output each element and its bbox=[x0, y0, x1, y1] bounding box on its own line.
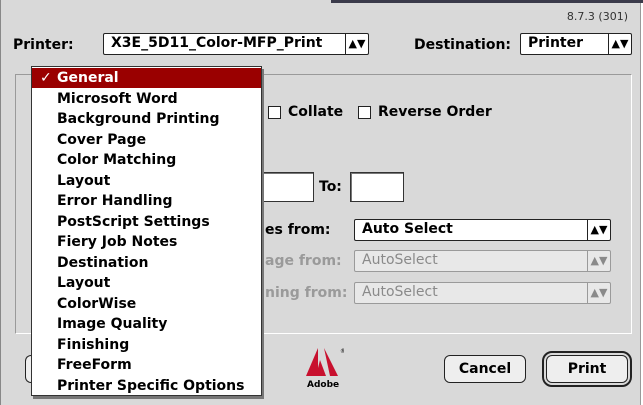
destination-label: Destination: bbox=[414, 37, 512, 53]
menu-item[interactable]: Image Quality bbox=[32, 314, 261, 334]
menu-item[interactable]: Destination bbox=[32, 253, 261, 273]
menu-item[interactable]: ColorWise bbox=[32, 294, 261, 314]
collate-checkbox[interactable] bbox=[268, 106, 281, 119]
adobe-logo-text: Adobe bbox=[307, 380, 340, 390]
reverse-order-checkbox[interactable] bbox=[358, 106, 371, 119]
menu-item[interactable]: Finishing bbox=[32, 335, 261, 355]
menu-item-label: PostScript Settings bbox=[57, 213, 210, 230]
menu-item-label: Image Quality bbox=[57, 316, 168, 332]
reverse-order-label: Reverse Order bbox=[378, 104, 492, 120]
menu-item[interactable]: ✓ General bbox=[32, 68, 261, 88]
version-label: 8.7.3 (301) bbox=[566, 10, 628, 23]
checkmark-icon: ✓ bbox=[40, 70, 52, 86]
svg-text:®: ® bbox=[340, 348, 344, 355]
destination-popup[interactable]: Printer ▲▼ bbox=[520, 33, 632, 55]
menu-item-label: Finishing bbox=[57, 336, 130, 353]
printer-popup[interactable]: X3E_5D11_Color-MFP_Print ▲▼ bbox=[103, 33, 369, 55]
menu-item[interactable]: Microsoft Word bbox=[32, 89, 261, 109]
paper-source-remaining-label: age from: bbox=[265, 253, 342, 269]
collate-label: Collate bbox=[288, 104, 344, 120]
cancel-button[interactable]: Cancel bbox=[444, 355, 526, 383]
menu-item-label: Color Matching bbox=[57, 152, 177, 168]
menu-item[interactable]: Cover Page bbox=[32, 130, 261, 150]
menu-item[interactable]: Layout bbox=[32, 273, 261, 293]
updown-arrows-icon: ▲▼ bbox=[608, 34, 631, 54]
first-page-source-popup[interactable]: Auto Select ▲▼ bbox=[354, 219, 611, 241]
menu-item[interactable]: FreeForm bbox=[32, 355, 261, 375]
window-edge bbox=[331, 0, 643, 3]
pages-to-label: To: bbox=[319, 179, 342, 195]
menu-item[interactable]: PostScript Settings bbox=[32, 212, 261, 232]
updown-arrows-icon: ▲▼ bbox=[587, 251, 610, 271]
menu-item-label: Layout bbox=[57, 172, 111, 189]
menu-item-label: ColorWise bbox=[57, 295, 137, 312]
third-source-popup: AutoSelect ▲▼ bbox=[354, 282, 611, 304]
updown-arrows-icon: ▲▼ bbox=[345, 34, 368, 54]
remaining-source-value: AutoSelect bbox=[362, 252, 438, 268]
third-source-value: AutoSelect bbox=[362, 284, 438, 300]
menu-item-label: Fiery Job Notes bbox=[57, 234, 178, 250]
panel-select-menu: ✓ General Microsoft Word Background Printin… bbox=[31, 66, 262, 396]
pages-from-field[interactable] bbox=[259, 172, 314, 202]
updown-arrows-icon: ▲▼ bbox=[587, 283, 610, 303]
paper-source-third-label: ning from: bbox=[265, 285, 348, 301]
updown-arrows-icon: ▲▼ bbox=[587, 220, 610, 240]
menu-item[interactable]: Fiery Job Notes bbox=[32, 232, 261, 252]
menu-item[interactable]: Background Printing bbox=[32, 109, 261, 129]
menu-item-label: Layout bbox=[57, 275, 111, 291]
paper-source-first-label: es from: bbox=[265, 222, 331, 238]
adobe-logo-icon: ® bbox=[306, 348, 344, 376]
menu-item[interactable]: Error Handling bbox=[32, 191, 261, 211]
menu-item-label: Cover Page bbox=[57, 131, 147, 148]
destination-value: Printer bbox=[528, 35, 584, 51]
menu-item[interactable]: Layout bbox=[32, 171, 261, 191]
menu-item-label: General bbox=[57, 70, 119, 86]
menu-item-label: Error Handling bbox=[57, 193, 173, 209]
pages-to-field[interactable] bbox=[350, 172, 404, 202]
remaining-source-popup: AutoSelect ▲▼ bbox=[354, 250, 611, 272]
menu-item-label: Microsoft Word bbox=[57, 90, 178, 107]
menu-item-label: Destination bbox=[57, 254, 149, 271]
printer-value: X3E_5D11_Color-MFP_Print bbox=[111, 35, 323, 51]
menu-item[interactable]: Printer Specific Options bbox=[32, 376, 261, 396]
first-page-source-value: Auto Select bbox=[362, 221, 453, 237]
menu-item-label: Background Printing bbox=[57, 111, 220, 127]
print-button[interactable]: Print bbox=[542, 351, 632, 387]
menu-item[interactable]: Color Matching bbox=[32, 150, 261, 170]
menu-item-label: Printer Specific Options bbox=[57, 377, 245, 394]
printer-label: Printer: bbox=[13, 37, 74, 53]
menu-item-label: FreeForm bbox=[57, 357, 132, 373]
